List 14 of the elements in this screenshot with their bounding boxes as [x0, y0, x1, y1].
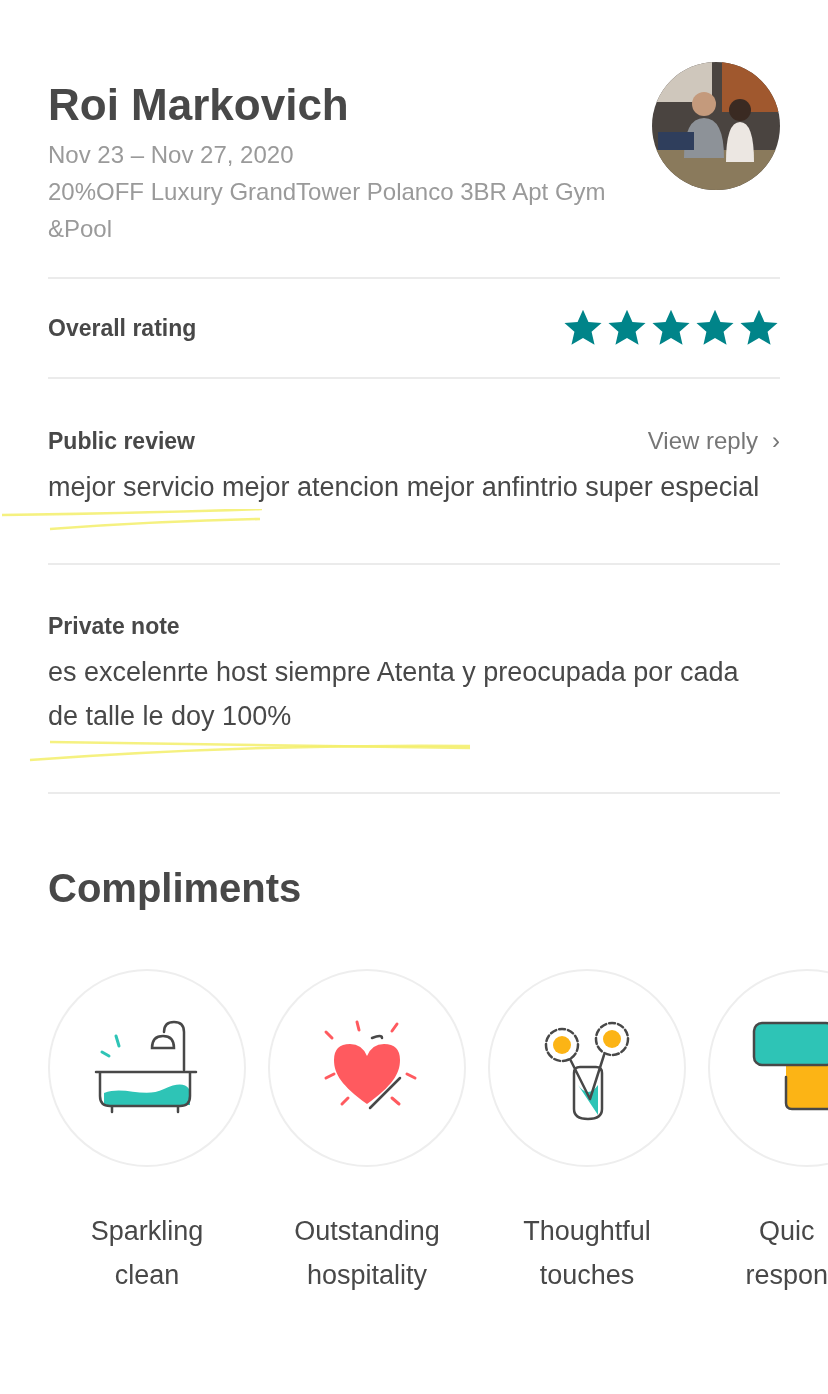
compliment-label: Outstanding hospitality	[294, 1215, 440, 1292]
listing-title: 20%OFF Luxury GrandTower Polanco 3BR Apt Gym &Pool	[48, 177, 607, 244]
private-note-text: es excelenrte host siempre Atenta y preocupada por cada de talle le doy 100%	[48, 656, 740, 733]
public-review-label: Public review	[48, 427, 195, 455]
public-review-text: mejor servicio mejor atencion mejor anfintrio super especial	[48, 471, 761, 504]
compliment-label: Quic respon	[745, 1215, 828, 1292]
view-reply-link[interactable]: View reply ›	[647, 427, 780, 455]
overall-rating-label: Overall rating	[48, 314, 197, 342]
compliment-label: Sparkling clean	[90, 1215, 204, 1292]
private-note-label: Private note	[48, 613, 180, 640]
stay-dates: Nov 23 – Nov 27, 2020	[48, 140, 295, 170]
compliments-heading: Compliments	[48, 866, 303, 911]
guest-name: Roi Markovich	[48, 80, 350, 130]
compliment-label: Thoughtful touches	[523, 1215, 651, 1292]
